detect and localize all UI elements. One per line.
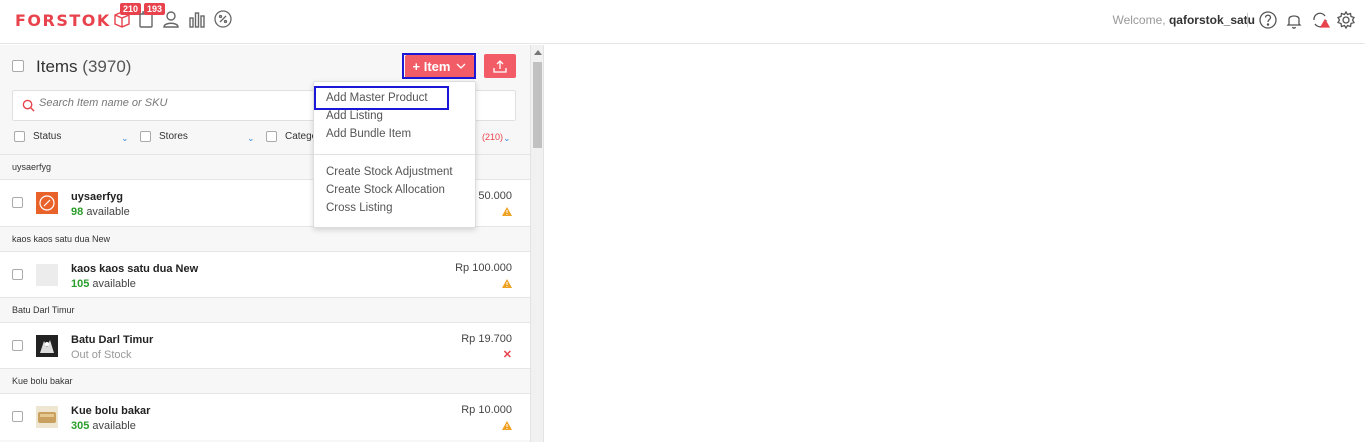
item-stock: 305 available xyxy=(71,420,136,432)
out-of-stock-icon: ✕ xyxy=(502,349,512,361)
category-filter-checkbox[interactable] xyxy=(266,131,277,142)
item-checkbox[interactable] xyxy=(12,269,23,280)
search-icon xyxy=(22,99,35,112)
item-name[interactable]: uysaerfyg xyxy=(71,191,123,203)
item-price: Rp 100.000 xyxy=(455,262,512,274)
customers-nav-icon[interactable] xyxy=(161,9,181,29)
warning-icon xyxy=(502,207,512,216)
item-name[interactable]: kaos kaos satu dua New xyxy=(71,263,198,275)
category-filter[interactable]: Catego xyxy=(266,131,317,142)
status-filter-checkbox[interactable] xyxy=(14,131,25,142)
stores-filter-checkbox[interactable] xyxy=(140,131,151,142)
export-button[interactable] xyxy=(484,54,516,78)
title-text: Items xyxy=(36,57,78,76)
group-header: kaos kaos satu dua New xyxy=(0,226,530,251)
header-divider xyxy=(1247,13,1248,27)
stock-count: 105 xyxy=(71,278,90,290)
item-checkbox[interactable] xyxy=(12,197,23,208)
out-of-stock-label: Out of Stock xyxy=(71,349,132,361)
stock-label: available xyxy=(92,278,136,290)
sync-alert-icon[interactable] xyxy=(1310,10,1331,30)
menu-item-create-stock-allocation[interactable]: Create Stock Allocation xyxy=(326,184,445,196)
add-item-focus-outline xyxy=(402,53,476,79)
top-navbar: FORSTOK 210 193 Welcome, qaforstok_satu xyxy=(0,0,1365,44)
stores-chevron-icon[interactable]: ⌄ xyxy=(247,133,255,144)
item-name[interactable]: Kue bolu bakar xyxy=(71,405,150,417)
item-thumbnail-placeholder xyxy=(36,264,58,286)
username[interactable]: qaforstok_satu xyxy=(1169,13,1255,27)
scroll-up-arrow[interactable] xyxy=(534,50,542,55)
status-filter[interactable]: Status xyxy=(14,131,61,142)
item-stock: 105 available xyxy=(71,278,136,290)
item-checkbox[interactable] xyxy=(12,340,23,351)
welcome-text: Welcome, qaforstok_satu xyxy=(1112,13,1255,27)
item-price: Rp 19.700 xyxy=(461,333,512,345)
orders-nav-icon[interactable]: 193 xyxy=(136,3,166,29)
menu-item-create-stock-adjustment[interactable]: Create Stock Adjustment xyxy=(326,166,453,178)
select-all-checkbox[interactable] xyxy=(12,60,24,72)
promotions-nav-icon[interactable] xyxy=(213,9,233,29)
item-checkbox[interactable] xyxy=(12,411,23,422)
help-icon[interactable] xyxy=(1258,10,1278,30)
menu-item-cross-listing[interactable]: Cross Listing xyxy=(326,202,392,214)
group-header: Batu Darl Timur xyxy=(0,297,530,322)
menu-item-add-listing[interactable]: Add Listing xyxy=(326,110,383,122)
upload-icon xyxy=(493,59,507,73)
item-price: 50.000 xyxy=(478,190,512,202)
items-nav-icon[interactable]: 210 xyxy=(112,3,142,29)
stock-label: available xyxy=(92,420,136,432)
page-title: Items (3970) xyxy=(36,57,131,77)
menu-item-add-bundle-item[interactable]: Add Bundle Item xyxy=(326,128,411,140)
group-header: Kue bolu bakar xyxy=(0,368,530,393)
list-scrollbar[interactable] xyxy=(530,45,544,442)
stock-count: 305 xyxy=(71,420,90,432)
reports-nav-icon[interactable] xyxy=(187,9,207,29)
list-item[interactable]: Batu Darl Timur Out of Stock Rp 19.700 ✕ xyxy=(0,322,530,369)
stores-filter-label: Stores xyxy=(159,131,188,142)
stock-count: 98 xyxy=(71,206,84,218)
warning-icon xyxy=(502,421,512,430)
item-stock: 98 available xyxy=(71,206,130,218)
status-filter-label: Status xyxy=(33,131,62,142)
item-thumbnail xyxy=(36,192,58,214)
gear-icon[interactable] xyxy=(1336,10,1356,30)
menu-divider xyxy=(314,154,475,155)
filter-chevron-icon[interactable]: ⌄ xyxy=(503,133,511,144)
warning-icon xyxy=(502,279,512,288)
stock-label: available xyxy=(86,206,130,218)
list-item[interactable]: Kue bolu bakar 305 available Rp 10.000 xyxy=(0,393,530,440)
item-thumbnail xyxy=(36,335,58,357)
search-input[interactable] xyxy=(39,97,319,109)
welcome-prefix: Welcome, xyxy=(1112,13,1166,27)
status-chevron-icon[interactable]: ⌄ xyxy=(121,133,129,144)
scroll-thumb[interactable] xyxy=(533,62,542,148)
master-product-focus-outline xyxy=(314,86,449,110)
item-thumbnail xyxy=(36,406,58,428)
list-item[interactable]: kaos kaos satu dua New 105 available Rp … xyxy=(0,251,530,298)
item-price: Rp 10.000 xyxy=(461,404,512,416)
items-count: (3970) xyxy=(82,57,132,76)
item-name[interactable]: Batu Darl Timur xyxy=(71,334,153,346)
filter-count: (210) xyxy=(482,132,504,142)
forstok-logo[interactable]: FORSTOK xyxy=(15,11,111,30)
stores-filter[interactable]: Stores xyxy=(140,131,188,142)
bell-icon[interactable] xyxy=(1284,10,1304,30)
